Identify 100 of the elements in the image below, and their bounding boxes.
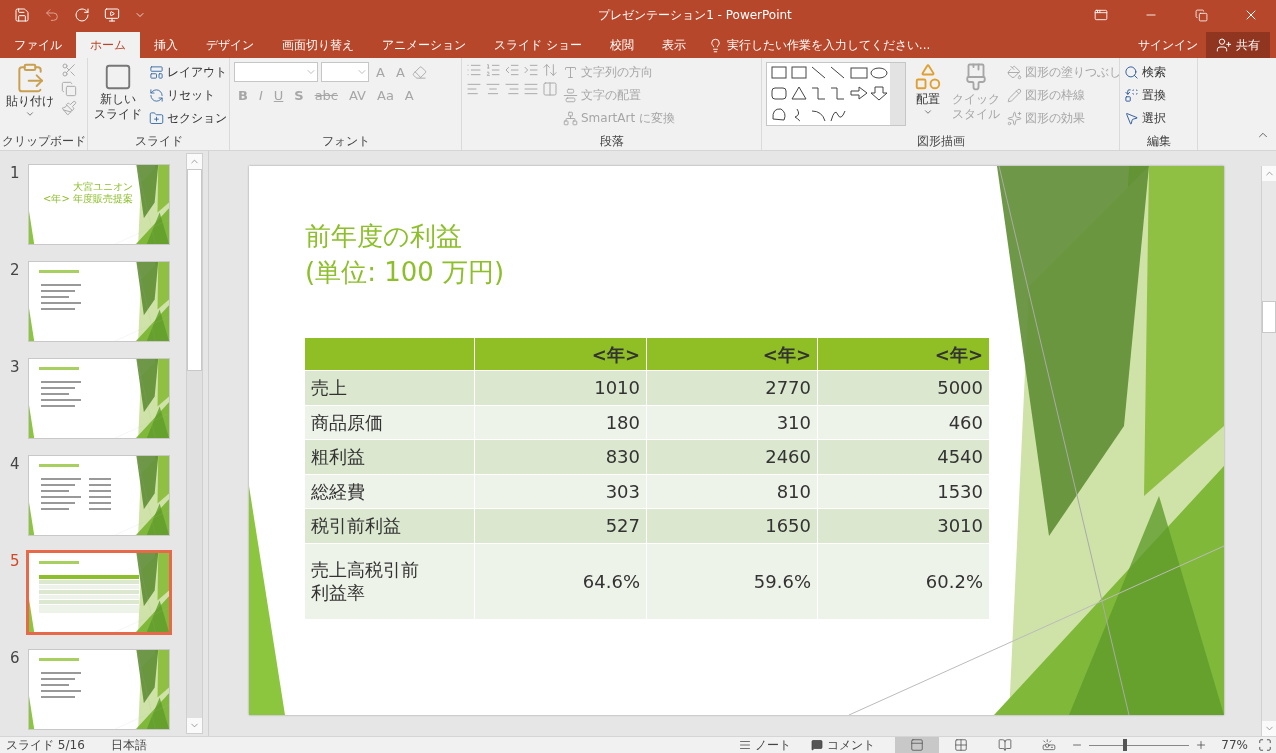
slide-option-button[interactable]: レイアウト [149,62,227,82]
shapes-icon[interactable] [913,62,943,92]
new-slide-button[interactable]: 新しい スライド [92,62,144,132]
align-right-icon[interactable] [504,81,520,97]
ribbon-tab[interactable]: アニメーション [368,32,480,58]
user-plus-icon[interactable] [1216,37,1232,53]
row-label: 利益率 [311,581,365,604]
slide-icon[interactable] [103,62,133,92]
numbering-icon[interactable] [485,62,501,78]
section-icon[interactable] [149,110,164,126]
font-size-field[interactable] [321,62,369,82]
replace-icon[interactable] [1124,87,1139,103]
notes-button[interactable]: ノート [755,736,792,753]
header-cell: <年> [818,338,990,371]
ribbon-tab[interactable]: デザイン [192,32,268,58]
ribbon-display-icon[interactable] [1094,8,1108,22]
thumbnail-text-drawing [39,464,111,510]
slide-thumbnail[interactable] [26,550,172,635]
zoom-level[interactable]: 77% [1221,738,1248,752]
editing-button[interactable]: 検索 [1124,62,1166,82]
slide-option-button[interactable]: セクション [149,108,227,128]
slide-number: 6 [10,649,21,669]
paste-button[interactable]: 貼り付け [4,62,56,132]
table-cell: 1530 [818,474,990,509]
sign-in-link[interactable]: サインイン [1130,32,1206,58]
group-label: スライド [134,133,183,150]
table-cell: 527 [475,509,647,544]
corner-triangle-drawing [29,599,35,632]
sorter-view-icon [954,738,969,752]
shapes-gallery-drawing[interactable] [766,62,906,126]
table-cell: 60.2% [818,543,990,620]
presentation-icon[interactable] [104,7,120,23]
table-cell: 4540 [818,440,990,475]
format-painter-icon[interactable] [61,100,77,116]
ribbon-tab[interactable]: 校閲 [595,32,648,58]
slide-thumbnail[interactable] [28,649,170,730]
layout-icon[interactable] [149,64,164,80]
line-spacing-icon[interactable] [542,62,558,78]
language-indicator[interactable]: 日本語 [110,736,147,753]
scrollbar-thumb[interactable] [187,169,202,371]
ribbon-tab[interactable]: スライド ショー [480,32,596,58]
view-button[interactable] [895,737,940,753]
pointer-icon[interactable] [1124,110,1139,126]
table-cell: 64.6% [475,543,647,620]
scrollbar-thumb[interactable] [1262,301,1276,333]
align-left-icon[interactable] [466,81,482,97]
slide-number: 2 [10,261,21,281]
repeat-icon[interactable] [74,7,90,23]
decrease-indent-icon[interactable] [504,62,520,78]
thumbnail-text-drawing [39,270,81,310]
ribbon-tab[interactable]: ファイル [0,32,76,58]
slide-number: 5 [10,552,21,572]
row-label: 粗利益 [311,445,365,469]
scrollbar[interactable] [1261,166,1276,736]
bullets-icon[interactable] [466,62,482,78]
scissors-icon[interactable] [61,62,77,78]
editing-button[interactable]: 置換 [1124,85,1166,105]
ribbon-tab[interactable]: 画面切り替え [268,32,368,58]
share-button[interactable]: 共有 [1206,32,1270,58]
ribbon-tab[interactable]: ホーム [76,32,140,58]
caret-icon[interactable] [923,107,933,117]
slide-number: 1 [10,164,21,184]
undo-icon[interactable] [44,7,60,23]
reset-icon[interactable] [149,87,164,103]
notes-icon[interactable] [739,739,752,751]
comment-icon[interactable] [811,739,824,751]
caret-icon[interactable] [25,109,35,119]
comments-button[interactable]: コメント [827,736,876,753]
slide-thumbnail[interactable] [28,455,170,536]
ribbon-tab[interactable]: 挿入 [140,32,192,58]
table-cell: 180 [475,405,647,440]
restore-icon[interactable] [1194,8,1208,22]
zoom-in-icon[interactable] [1195,739,1208,751]
slide-option-button[interactable]: リセット [149,85,227,105]
ribbon-tab[interactable]: 表示 [647,32,700,58]
fit-to-window-icon[interactable] [1258,738,1272,752]
corner-triangle-drawing [29,211,35,244]
group-label: 段落 [599,133,624,150]
table-cell: 1650 [647,509,818,544]
save-icon[interactable] [14,7,30,23]
copy-icon[interactable] [61,81,77,97]
arrange-button[interactable]: 配置 [911,62,945,132]
slide-thumbnail[interactable] [28,358,170,439]
editing-button[interactable]: 選択 [1124,108,1166,128]
normal-view-icon [910,738,925,752]
columns-icon[interactable] [542,81,558,97]
align-center-icon[interactable] [485,81,501,97]
eraser-icon[interactable] [411,64,427,80]
thumbnail-title: <年> 年度販売提案 [43,193,133,205]
font-name-field[interactable] [234,62,318,82]
tell-me-field[interactable]: 実行したい作業を入力してください... [726,36,931,54]
row-label: 税引前利益 [311,514,401,538]
slide-thumbnail[interactable] [28,261,170,342]
table-cell: 2770 [647,371,818,406]
search-icon[interactable] [1124,64,1139,80]
justify-icon[interactable] [523,81,539,97]
increase-indent-icon[interactable] [523,62,539,78]
table-cell: 460 [818,405,990,440]
scrollbar[interactable] [186,153,203,734]
header-cell: <年> [475,338,647,371]
